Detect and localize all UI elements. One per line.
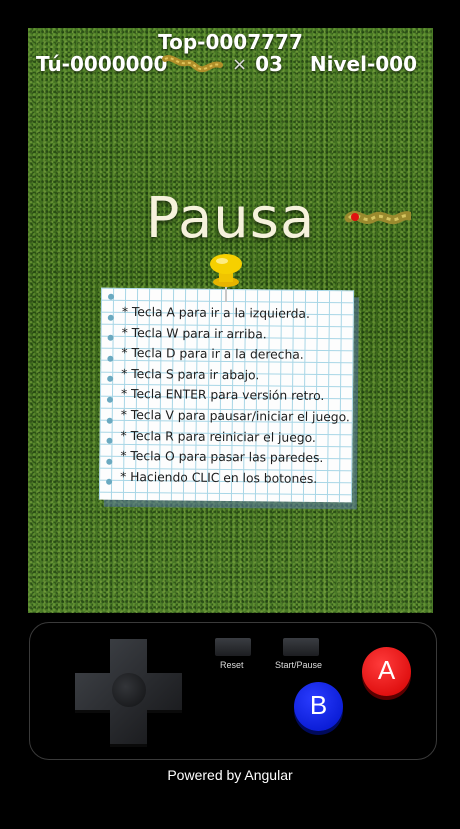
your-score: Tú-0000000 bbox=[36, 52, 168, 76]
game-screen[interactable]: Top-0007777 Tú-0000000 × 03 Nivel-000 Pa… bbox=[28, 28, 433, 613]
a-button[interactable]: A bbox=[362, 647, 411, 696]
instructions-list: * Tecla A para ir a la izquierda. * Tecl… bbox=[99, 288, 354, 490]
instruction-item: * Tecla D para ir a la derecha. bbox=[121, 346, 304, 362]
start-pause-button[interactable] bbox=[283, 638, 319, 656]
b-button[interactable]: B bbox=[294, 682, 343, 731]
pushpin-icon bbox=[210, 254, 242, 302]
lives-count: 03 bbox=[255, 52, 283, 76]
instruction-item: * Tecla S para ir abajo. bbox=[121, 366, 260, 383]
controller-panel: Reset Start/Pause A B bbox=[29, 622, 437, 760]
powered-by-footer: Powered by Angular bbox=[167, 767, 293, 783]
reset-label: Reset bbox=[220, 660, 244, 670]
lives-indicator: × 03 bbox=[162, 52, 283, 76]
snake-icon bbox=[344, 211, 411, 225]
snake-lives-icon bbox=[162, 55, 223, 73]
instructions-note: * Tecla A para ir a la izquierda. * Tecl… bbox=[98, 287, 355, 503]
instruction-item: * Tecla W para ir arriba. bbox=[121, 325, 267, 342]
start-pause-label: Start/Pause bbox=[275, 660, 323, 670]
dpad-center bbox=[112, 673, 146, 707]
top-score: Top-0007777 bbox=[158, 30, 303, 54]
instruction-item: * Tecla V para pausar/iniciar el juego. bbox=[120, 407, 350, 425]
instruction-item: * Tecla R para reiniciar el juego. bbox=[120, 428, 316, 445]
instruction-item: * Tecla A para ir a la izquierda. bbox=[121, 304, 310, 321]
lives-multiplier: × bbox=[232, 53, 248, 75]
game-device: Top-0007777 Tú-0000000 × 03 Nivel-000 Pa… bbox=[0, 0, 460, 829]
instruction-item: * Tecla ENTER para versión retro. bbox=[120, 387, 325, 404]
instruction-item: * Haciendo CLIC en los botones. bbox=[120, 469, 318, 486]
instruction-item: * Tecla O para pasar las paredes. bbox=[120, 449, 324, 466]
level-indicator: Nivel-000 bbox=[309, 52, 417, 76]
reset-button[interactable] bbox=[215, 638, 251, 656]
